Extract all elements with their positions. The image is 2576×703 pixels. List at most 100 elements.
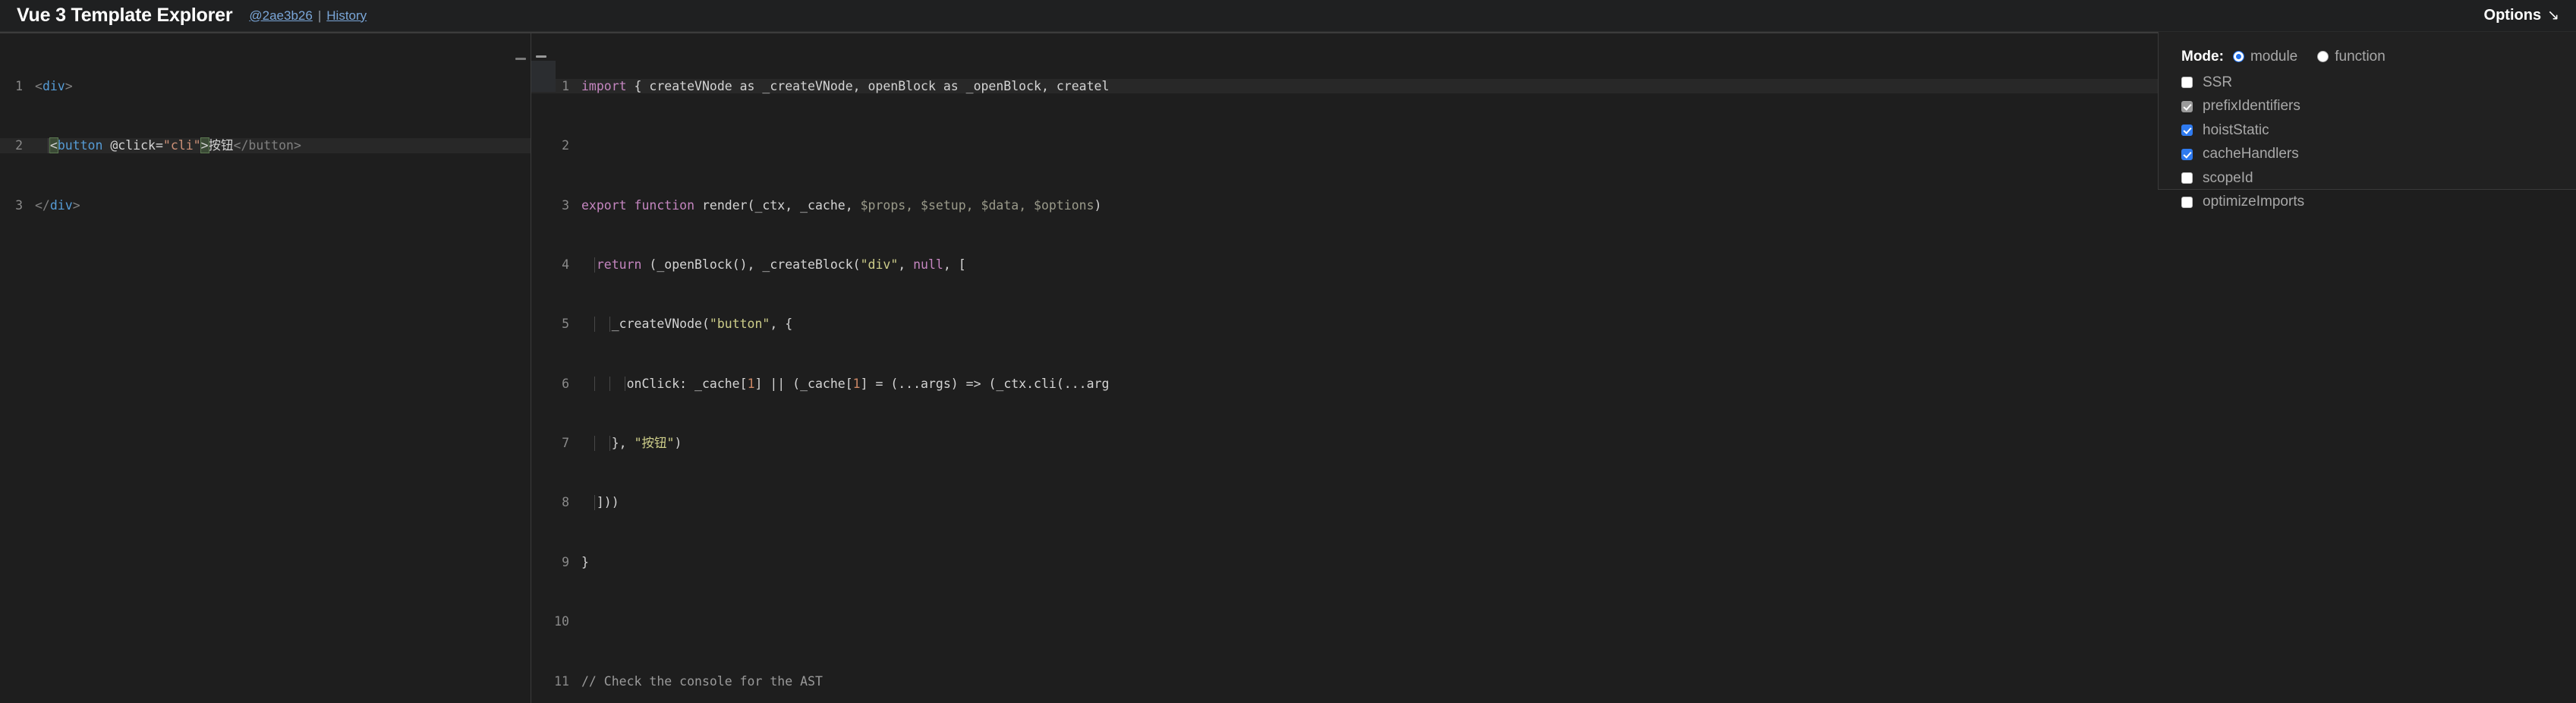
function-signature: render(_ctx, _cache, [694, 197, 861, 213]
code-line[interactable]: 1 <div> [0, 79, 531, 94]
ast-console-comment: // Check the console for the AST [581, 673, 823, 689]
code-line[interactable]: 4 return (_openBlock(), _createBlock("di… [531, 257, 2576, 273]
indent-guide [594, 495, 595, 510]
function-params: $props, $setup, $data, $options [860, 197, 1094, 213]
label-scopeid[interactable]: scopeId [2203, 170, 2253, 187]
line-number: 4 [562, 257, 569, 272]
code-line[interactable]: 5 _createVNode("button", { [531, 317, 2576, 332]
radio-mode-function[interactable] [2317, 51, 2329, 62]
line-content: <button @click="cli">按钮</button> [35, 137, 301, 154]
string-button: "button" [709, 317, 770, 332]
paren-close: ) [674, 436, 682, 451]
checkbox-scopeid[interactable] [2181, 172, 2193, 184]
line-content: _createVNode("button", { [581, 317, 792, 332]
code-line[interactable]: 10 [531, 614, 2576, 629]
arrow-down-right-icon: ↘ [2547, 8, 2559, 24]
or-operator: ] || (_cache[ [754, 376, 853, 391]
option-optimize-imports: optimizeImports [2181, 193, 2576, 212]
radio-label-module[interactable]: module [2250, 49, 2297, 65]
template-code-area[interactable]: 1 <div> 2 <button @click="cli">按钮</butto… [0, 34, 531, 257]
code-line[interactable]: 8 ])) [531, 495, 2576, 510]
line-content: export function render(_ctx, _cache, $pr… [581, 198, 1101, 213]
attr-space [102, 138, 110, 153]
line-number: 10 [554, 614, 569, 629]
line-content: ])) [581, 495, 619, 510]
line-content: } [581, 555, 589, 570]
output-scrollbar-thumb[interactable] [536, 55, 546, 58]
options-toggle-label: Options [2483, 7, 2542, 24]
radio-label-function[interactable]: function [2335, 49, 2385, 65]
element-text: 按钮 [208, 138, 234, 153]
line-number: 1 [15, 78, 23, 93]
tag-open-punct: </ [35, 197, 50, 213]
array-open: , [ [943, 257, 966, 272]
code-line[interactable]: 6 onClick: _cache[1] || (_cache[1] = (..… [531, 376, 2576, 392]
options-toggle-button[interactable]: Options ↘ [2484, 7, 2559, 24]
header-links: @2ae3b26 | History [249, 8, 367, 24]
code-line[interactable]: 11 // Check the console for the AST [531, 674, 2576, 689]
line-number: 11 [554, 673, 569, 689]
checkbox-hoiststatic[interactable] [2181, 125, 2193, 136]
attribute-value: "cli" [162, 138, 201, 153]
options-panel: Mode: module function SSR prefixIdentifi… [2158, 32, 2576, 210]
line-number: 2 [562, 138, 569, 153]
handler-body: ] = (...args) => (_ctx.cli(...arg [860, 376, 1110, 391]
indent-guide [594, 317, 595, 332]
editor-scrollbar-thumb[interactable] [515, 58, 526, 60]
tag-name: div [49, 197, 73, 213]
indent-guide [609, 376, 610, 392]
indent-guide [48, 138, 49, 153]
editor-top-rule [0, 32, 531, 33]
keyword-return: return [596, 257, 642, 272]
block-close: ])) [596, 495, 619, 510]
checkbox-prefixidentifiers [2181, 100, 2193, 112]
label-hoiststatic[interactable]: hoistStatic [2203, 122, 2269, 139]
bracket-match-close: > [200, 137, 209, 154]
checkbox-ssr[interactable] [2181, 77, 2193, 88]
label-cachehandlers[interactable]: cacheHandlers [2203, 146, 2299, 162]
line-content: }, "按钮") [581, 436, 682, 451]
line-number: 6 [562, 376, 569, 391]
indent-guide [609, 317, 610, 332]
indent-guide [609, 436, 610, 451]
line-number: 8 [562, 495, 569, 510]
checkbox-cachehandlers[interactable] [2181, 148, 2193, 160]
line-content: onClick: _cache[1] || (_cache[1] = (...a… [581, 376, 1110, 392]
tag-name: div [42, 78, 65, 93]
line-content: <div> [35, 79, 73, 94]
tag-open-punct: < [35, 78, 43, 93]
line-number: 7 [562, 436, 569, 451]
cache-index-1: 1 [747, 376, 755, 391]
code-line[interactable]: 3 </div> [0, 198, 531, 213]
line-content: // Check the console for the AST [581, 674, 823, 689]
template-source-editor[interactable]: 1 <div> 2 <button @click="cli">按钮</butto… [0, 32, 531, 703]
mode-row: Mode: module function [2181, 47, 2576, 66]
line-content: return (_openBlock(), _createBlock("div"… [581, 257, 966, 273]
space-1 [627, 198, 635, 213]
checkbox-optimizeimports[interactable] [2181, 196, 2193, 208]
code-line[interactable]: 9 } [531, 555, 2576, 570]
commit-hash-link[interactable]: @2ae3b26 [249, 8, 312, 24]
indent-guide [594, 376, 595, 392]
string-children: "按钮" [634, 436, 675, 451]
label-optimizeimports[interactable]: optimizeImports [2203, 194, 2304, 210]
props-open: , { [770, 317, 793, 332]
code-line-active[interactable]: 2 <button @click="cli">按钮</button> [0, 137, 531, 154]
line-number: 3 [562, 197, 569, 213]
radio-mode-module[interactable] [2232, 51, 2244, 62]
history-link[interactable]: History [326, 8, 367, 24]
line-number: 3 [15, 197, 23, 213]
label-prefixidentifiers: prefixIdentifiers [2203, 98, 2300, 114]
keyword-function: function [634, 197, 695, 213]
code-line[interactable]: 7 }, "按钮") [531, 436, 2576, 451]
indent-guide [594, 436, 595, 451]
line-content: import { createVNode as _createVNode, op… [581, 79, 1109, 94]
option-ssr: SSR [2181, 73, 2576, 92]
line-number: 5 [562, 317, 569, 332]
line-content: </div> [35, 198, 80, 213]
line-number: 2 [15, 138, 23, 153]
label-ssr[interactable]: SSR [2203, 74, 2232, 91]
